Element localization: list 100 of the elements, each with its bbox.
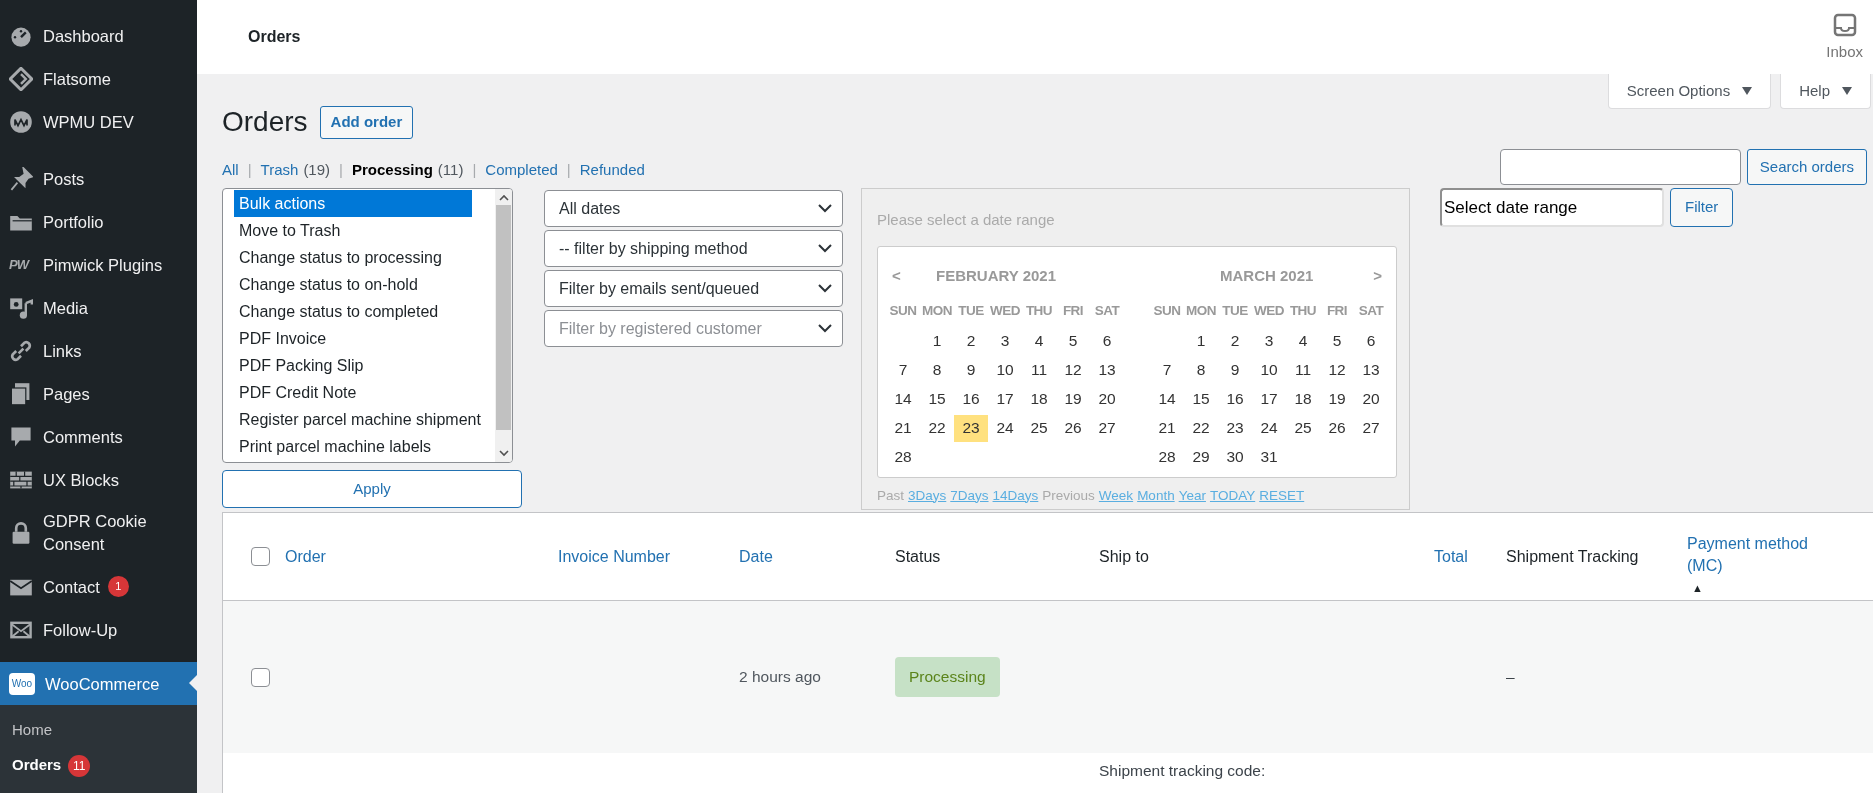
calendar-day[interactable]: 7 <box>1150 356 1184 384</box>
sidebar-item[interactable]: Posts <box>0 157 197 200</box>
scrollbar[interactable] <box>495 189 512 462</box>
sidebar-item[interactable]: Links <box>0 329 197 372</box>
calendar-day[interactable]: 17 <box>988 385 1022 413</box>
calendar-day[interactable]: 16 <box>1218 385 1252 413</box>
calendar-day[interactable]: 19 <box>1056 385 1090 413</box>
calendar-day[interactable]: 7 <box>886 356 920 384</box>
calendar-day[interactable]: 18 <box>1286 385 1320 413</box>
calendar-day[interactable]: 2 <box>954 327 988 355</box>
date-range-field[interactable]: Select date range <box>1440 188 1664 227</box>
filter-dropdown[interactable]: All dates <box>544 190 843 227</box>
calendar-day[interactable]: 10 <box>1252 356 1286 384</box>
apply-button[interactable]: Apply <box>222 470 522 508</box>
status-filter-link[interactable]: Processing <box>351 158 433 182</box>
calendar-day[interactable]: 21 <box>1150 414 1184 442</box>
calendar-day[interactable]: 6 <box>1090 327 1124 355</box>
calendar-day[interactable]: 5 <box>1320 327 1354 355</box>
calendar-day[interactable]: 27 <box>1354 414 1388 442</box>
bulk-action-option[interactable]: Move to Trash <box>234 217 495 244</box>
calendar-day[interactable]: 23 <box>954 414 988 442</box>
submenu-item[interactable]: Home <box>0 713 197 748</box>
calendar-day[interactable]: 27 <box>1090 414 1124 442</box>
calendar-day[interactable]: 3 <box>988 327 1022 355</box>
calendar-day[interactable]: 11 <box>1286 356 1320 384</box>
calendar-day[interactable]: 21 <box>886 414 920 442</box>
sidebar-item[interactable]: Dashboard <box>0 14 197 57</box>
calendar-day[interactable]: 12 <box>1056 356 1090 384</box>
search-orders-button[interactable]: Search orders <box>1746 149 1867 185</box>
status-filter-link[interactable]: Trash <box>260 158 299 182</box>
column-header[interactable]: Invoice Number <box>558 545 729 568</box>
calendar-day[interactable]: 14 <box>1150 385 1184 413</box>
calendar-day[interactable]: 24 <box>1252 414 1286 442</box>
calendar-day[interactable]: 31 <box>1252 443 1286 471</box>
calendar-day[interactable]: 12 <box>1320 356 1354 384</box>
sidebar-item[interactable]: Follow-Up <box>0 608 197 651</box>
bulk-action-option[interactable]: Change status to processing <box>234 244 495 271</box>
calendar-day[interactable]: 24 <box>988 414 1022 442</box>
calendar-day[interactable]: 19 <box>1320 385 1354 413</box>
calendar-day[interactable]: 18 <box>1022 385 1056 413</box>
screen-tab-button[interactable]: Help <box>1780 74 1871 109</box>
checkbox[interactable] <box>251 547 270 566</box>
calendar-day[interactable]: 20 <box>1354 385 1388 413</box>
column-header[interactable]: Payment method (MC) <box>1687 533 1837 577</box>
calendar-day[interactable]: 16 <box>954 385 988 413</box>
bulk-action-option[interactable]: PDF Packing Slip <box>234 352 495 379</box>
calendar-day[interactable]: 4 <box>1286 327 1320 355</box>
calendar-day[interactable]: 23 <box>1218 414 1252 442</box>
status-filter-link[interactable]: Refunded <box>579 158 645 182</box>
calendar-day[interactable]: 30 <box>1218 443 1252 471</box>
calendar-day[interactable]: 1 <box>1184 327 1218 355</box>
add-order-button[interactable]: Add order <box>319 105 414 139</box>
checkbox[interactable] <box>251 667 270 687</box>
inbox-button[interactable]: Inbox <box>1826 10 1863 64</box>
screen-tab-button[interactable]: Screen Options <box>1607 74 1772 109</box>
sidebar-item[interactable]: GDPR Cookie Consent <box>0 501 197 565</box>
sidebar-item[interactable]: Portfolio <box>0 200 197 243</box>
calendar-day[interactable]: 4 <box>1022 327 1056 355</box>
calendar-day[interactable]: 5 <box>1056 327 1090 355</box>
bulk-actions-listbox[interactable] <box>222 188 513 463</box>
calendar-day[interactable]: 15 <box>1184 385 1218 413</box>
bulk-action-option[interactable]: Print parcel machine labels <box>234 433 495 460</box>
bulk-action-option[interactable]: Change status to completed <box>234 298 495 325</box>
calendar-day[interactable]: 9 <box>1218 356 1252 384</box>
filter-button[interactable]: Filter <box>1670 188 1734 227</box>
status-filter-link[interactable]: Completed <box>485 158 558 182</box>
calendar-day[interactable]: 9 <box>954 356 988 384</box>
calendar-day[interactable]: 28 <box>886 443 920 471</box>
calendar-day[interactable]: 28 <box>1150 443 1184 471</box>
filter-dropdown[interactable]: Filter by emails sent/queued <box>544 270 843 307</box>
sidebar-item[interactable]: Pages <box>0 372 197 415</box>
calendar-day[interactable]: 3 <box>1252 327 1286 355</box>
sidebar-item[interactable]: Woo WooCommerce <box>0 662 197 705</box>
sidebar-item[interactable]: Comments <box>0 415 197 458</box>
calendar-day[interactable]: 29 <box>1184 443 1218 471</box>
calendar-day[interactable]: 11 <box>1022 356 1056 384</box>
column-header[interactable]: Date <box>739 545 885 568</box>
column-header[interactable]: Total <box>1434 545 1496 568</box>
calendar-day[interactable]: 8 <box>1184 356 1218 384</box>
calendar-day[interactable]: 6 <box>1354 327 1388 355</box>
calendar-day[interactable]: 17 <box>1252 385 1286 413</box>
calendar-day[interactable]: 20 <box>1090 385 1124 413</box>
sidebar-item[interactable]: Flatsome <box>0 57 197 100</box>
bulk-action-option[interactable]: Change status to on-hold <box>234 271 495 298</box>
calendar-day[interactable]: 25 <box>1022 414 1056 442</box>
bulk-action-option[interactable]: PDF Credit Note <box>234 379 495 406</box>
calendar-day[interactable]: 13 <box>1090 356 1124 384</box>
sidebar-item[interactable]: Media <box>0 286 197 329</box>
scrollbar-thumb[interactable] <box>496 205 511 430</box>
submenu-item[interactable]: Orders 11 <box>0 748 197 783</box>
sidebar-item[interactable]: PW Pimwick Plugins <box>0 243 197 286</box>
bulk-action-option[interactable]: Register parcel machine shipment <box>234 406 495 433</box>
column-header[interactable]: Order <box>285 545 548 568</box>
calendar-day[interactable]: 10 <box>988 356 1022 384</box>
calendar-day[interactable]: 13 <box>1354 356 1388 384</box>
calendar-day[interactable]: 22 <box>920 414 954 442</box>
sidebar-item[interactable]: Contact 1 <box>0 565 197 608</box>
calendar-day[interactable]: 8 <box>920 356 954 384</box>
calendar-day[interactable]: 2 <box>1218 327 1252 355</box>
sidebar-item[interactable]: UX Blocks <box>0 458 197 501</box>
